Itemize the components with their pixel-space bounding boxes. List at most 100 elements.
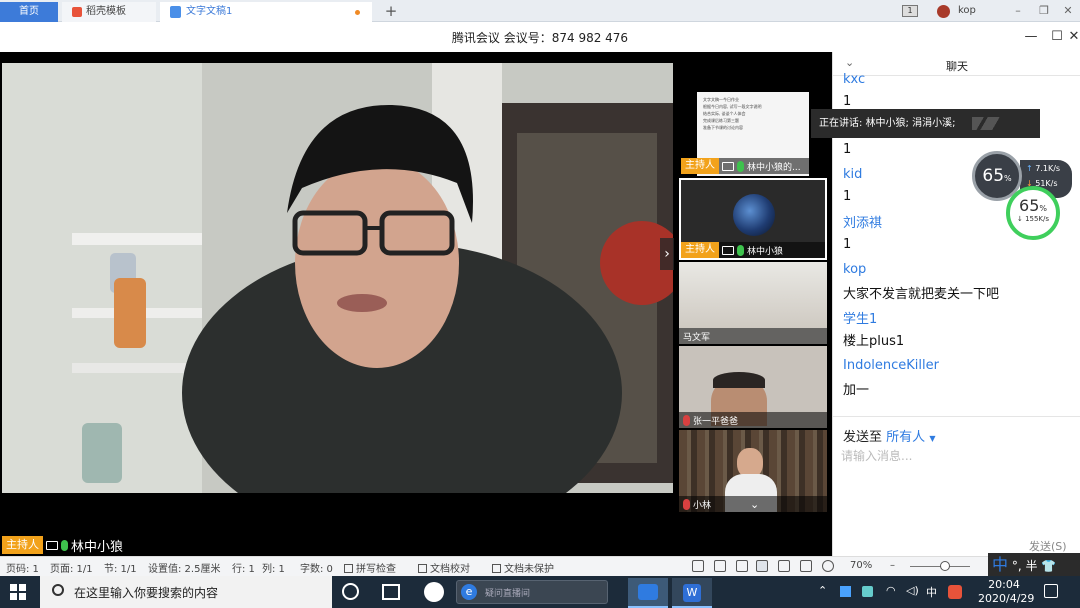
participant-thumb-4[interactable]: 张一平爸爸 [679,346,827,428]
page-view-icon[interactable] [756,560,768,572]
taskbar-clock[interactable]: 20:04 2020/4/29 [978,578,1034,606]
tray-input-language[interactable]: 中 [926,584,937,600]
document-icon [170,6,181,18]
ime-toolbar[interactable]: 中 °, 半 👕 [988,553,1080,577]
doc-preview: 文字文稿一今日作业 根据今日内容, 试写一段文字说明 结合实际, 谈谈个人体会 … [703,96,803,131]
browser-app-icon[interactable] [424,582,444,602]
chat-sender: 学生1 [843,312,878,327]
thumb-bar: 张一平爸爸 [679,412,827,428]
taskbar: 在这里输入你要搜索的内容 e 疑问直播间 W ⌃ ◠ ◁) 中 20:04 20… [0,576,1080,608]
tencent-meeting-icon [638,584,658,600]
cortana-icon[interactable] [342,583,359,600]
tab-template-label: 稻壳模板 [86,6,126,17]
microphone-icon [61,539,68,551]
tencent-meeting-taskbar-button[interactable] [628,578,668,608]
network-gauge[interactable]: 65% ↓ 155K/s [1006,186,1060,240]
status-page-num: 页码: 1 [6,564,39,575]
clock-time: 20:04 [988,578,1020,591]
participant-thumb-5[interactable]: 小林 ⌄ [679,430,827,512]
chevron-down-icon[interactable]: ⌄ [750,498,759,511]
microphone-muted-icon [683,498,690,510]
chat-message: 大家不发言就把麦关一下吧 [843,287,1000,302]
participant-name: 张一平爸爸 [693,416,739,427]
zoom-out-icon[interactable]: – [890,560,895,571]
new-tab-button[interactable]: + [382,1,400,21]
doc-preview-line: 根据今日内容, 试写一段文字说明 [703,104,762,109]
zoom-level[interactable]: 70% [850,560,872,571]
spell-check-icon [344,564,353,573]
main-video-feed[interactable] [2,63,673,493]
eye-protect-icon[interactable] [822,560,834,572]
outline-view-icon[interactable] [778,560,790,572]
chat-message-input[interactable] [841,446,1073,466]
chat-sender: kxc [843,72,866,87]
tray-sogou-icon[interactable] [948,585,962,599]
send-button[interactable]: 发送(S) [1029,538,1067,554]
close-app-icon[interactable]: ✕ [1058,3,1078,19]
spell-check-toggle[interactable]: 拼写检查 [344,560,396,575]
wifi-icon[interactable]: ◠ [886,584,896,597]
protect-toggle[interactable]: 文档未保护 [492,560,554,575]
edit-mode-icon[interactable] [736,560,748,572]
taskbar-search[interactable]: 在这里输入你要搜索的内容 [40,576,332,608]
tab-strip: 首页 稻壳模板 文字文稿1 + 1 kop – ❐ ✕ [0,0,1080,22]
minimize-icon[interactable]: — [1022,28,1040,46]
proofread-icon [418,564,427,573]
status-section: 节: 1/1 [104,564,137,575]
read-mode-icon[interactable] [714,560,726,572]
zoom-slider-handle[interactable] [940,561,950,571]
taskbar-search-placeholder: 在这里输入你要搜索的内容 [74,586,219,600]
notification-icon[interactable] [1044,584,1058,598]
participant-thumb-host[interactable]: 主持人 林中小狼 [679,178,827,260]
maximize-icon[interactable]: ☐ [1048,28,1066,46]
unsaved-dot-icon [355,10,360,15]
earth-avatar [733,194,775,236]
user-avatar[interactable] [937,5,950,18]
speaking-indicator: 正在讲话: 林中小狼; 涓涓小溪; [811,109,1040,138]
task-view-icon[interactable] [382,584,400,600]
chat-message: 1 [843,94,852,109]
window-count-badge[interactable]: 1 [902,5,918,17]
participant-name: 小林 [693,500,712,511]
meeting-title: 腾讯会议 会议号：874 982 476 [451,31,629,45]
tray-cube-icon[interactable] [862,586,873,597]
proofread-toggle[interactable]: 文档校对 [418,560,470,575]
close-icon[interactable]: ✕ [1068,28,1080,46]
ime-extra: °, 半 [1011,559,1038,573]
browser-search-box[interactable]: e 疑问直播间 [456,580,608,604]
restore-app-icon[interactable]: ❐ [1034,3,1054,19]
volume-icon[interactable]: ◁) [906,584,919,597]
tab-document[interactable]: 文字文稿1 [160,2,372,22]
wps-writer-taskbar-button[interactable]: W [672,578,712,608]
template-app-icon [72,7,82,17]
tray-app-icon[interactable] [840,586,851,597]
thumb-bar: 马文军 [679,328,827,344]
chat-message: 楼上plus1 [843,334,905,349]
upload-speed: ↑ 7.1K/s [1026,164,1072,173]
tab-home[interactable]: 首页 [0,2,58,22]
doc-preview-line: 结合实际, 谈谈个人体会 [703,111,746,116]
participant-name: 林中小狼 [747,246,784,257]
windows-start-icon[interactable] [10,584,26,600]
participant-name: 林中小狼的... [747,162,801,173]
fit-width-icon[interactable] [692,560,704,572]
send-to-selector[interactable]: 发送至 所有人 ▼ [843,426,935,445]
tray-chevron-icon[interactable]: ⌃ [818,584,827,597]
status-setting: 设置值: 2.5厘米 [148,564,221,575]
shirt-icon: 👕 [1041,559,1057,573]
participant-thumb-3[interactable]: 马文军 [679,262,827,344]
screen-share-icon [46,540,58,550]
minimize-app-icon[interactable]: – [1008,3,1028,19]
chat-message: 1 [843,237,852,252]
protect-label: 文档未保护 [504,564,554,575]
user-name[interactable]: kop [958,5,976,16]
next-page-icon[interactable]: › [660,238,674,270]
protect-icon [492,564,501,573]
doc-preview-line: 准备下节课的讨论内容 [703,125,743,130]
browser-search-placeholder: 疑问直播间 [485,589,531,599]
main-speaker-label: 主持人 林中小狼 [2,535,123,555]
tab-template[interactable]: 稻壳模板 [62,2,156,22]
web-view-icon[interactable] [800,560,812,572]
caret-down-icon: ▼ [929,434,936,443]
status-words[interactable]: 字数: 0 [300,560,333,575]
